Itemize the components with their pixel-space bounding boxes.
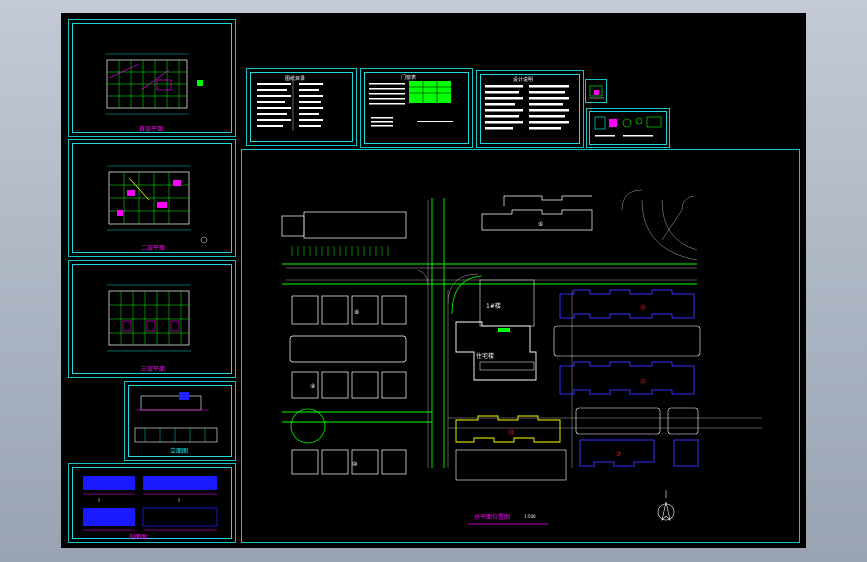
site-plan-title: 总平面位置图 [474, 514, 511, 521]
sheet-details[interactable] [586, 108, 670, 148]
sheet-site-plan[interactable]: ⑥ ⑧ ⑨ ⑩ 1#楼 住宅楼 ⑪ ⑫ ⑬ ⑦ 总平面位置图 1:500 [241, 149, 800, 543]
elevation-title: 立面图 [170, 448, 189, 455]
building-top-center [481, 195, 593, 231]
plan-2-drawing [107, 165, 208, 244]
highlight-building-3 [579, 439, 699, 467]
site-block-label-top: ⑥ [538, 221, 543, 228]
sheet-design-notes[interactable]: 设计说明 [476, 70, 584, 148]
site-block-label-1: ⑧ [354, 309, 359, 316]
highlight-building-2 [559, 361, 695, 395]
door-window-table [369, 81, 453, 127]
sheet-door-window-table[interactable]: 门窗表 [360, 68, 473, 148]
site-plan-scale: 1:500 [524, 514, 536, 519]
sheet-plan-2[interactable]: 二层平面 [68, 139, 236, 257]
site-block-label-3: ⑨ [310, 383, 315, 390]
road-network [282, 198, 697, 468]
main-building [455, 279, 537, 381]
plan-1-drawing [105, 53, 203, 115]
plan-2-title: 二层平面 [141, 245, 166, 252]
yellow-building [455, 415, 561, 443]
site-plan-drawing: ⑥ ⑧ ⑨ ⑩ 1#楼 住宅楼 ⑪ ⑫ ⑬ ⑦ [281, 189, 762, 525]
plan-1-title: 首层平面 [139, 126, 164, 133]
building-row-2 [289, 335, 407, 363]
details-drawing [594, 116, 662, 137]
site-block-label-7: ⑬ [508, 429, 514, 437]
site-block-label-8: ⑦ [616, 451, 622, 458]
building-row-1 [291, 295, 407, 325]
sheet-plan-3[interactable]: 三层平面 [68, 260, 236, 378]
main-building-number: 1#楼 [486, 302, 501, 310]
site-block-label-5: ⑪ [640, 304, 646, 312]
sheet-elevation[interactable]: 立面图 [124, 381, 236, 461]
site-block-label-6: ⑫ [640, 378, 646, 386]
sheet-plan-1[interactable]: 首层平面 [68, 19, 236, 137]
sheet-detail-small[interactable] [585, 79, 607, 103]
parking-stripes [291, 246, 389, 256]
plan-3-title: 三层平面 [141, 366, 166, 373]
main-building-label: 住宅楼 [476, 352, 494, 360]
site-block-label-4: ⑩ [352, 461, 357, 468]
drawing-index-table [257, 81, 323, 131]
design-notes-text [485, 85, 569, 130]
drawing-canvas[interactable]: 首层平面 二层平面 三层平面 立面图 剖面图 图纸目录 门窗表 设计说明 ⑥ ⑧… [61, 13, 806, 548]
sheet-sections[interactable]: 剖面图 [68, 463, 236, 543]
green-path [451, 275, 483, 315]
roundabout [290, 408, 326, 444]
building-row-4 [291, 449, 407, 475]
plan-3-drawing [107, 284, 191, 352]
sheet-drawing-index[interactable]: 图纸目录 [246, 68, 357, 146]
north-arrow-icon [657, 490, 675, 521]
detail-small-drawing [589, 85, 604, 99]
highlight-building-1 [559, 289, 695, 319]
sections-drawing [83, 476, 218, 531]
building-top-left [281, 211, 407, 239]
sections-title: 剖面图 [129, 534, 148, 541]
